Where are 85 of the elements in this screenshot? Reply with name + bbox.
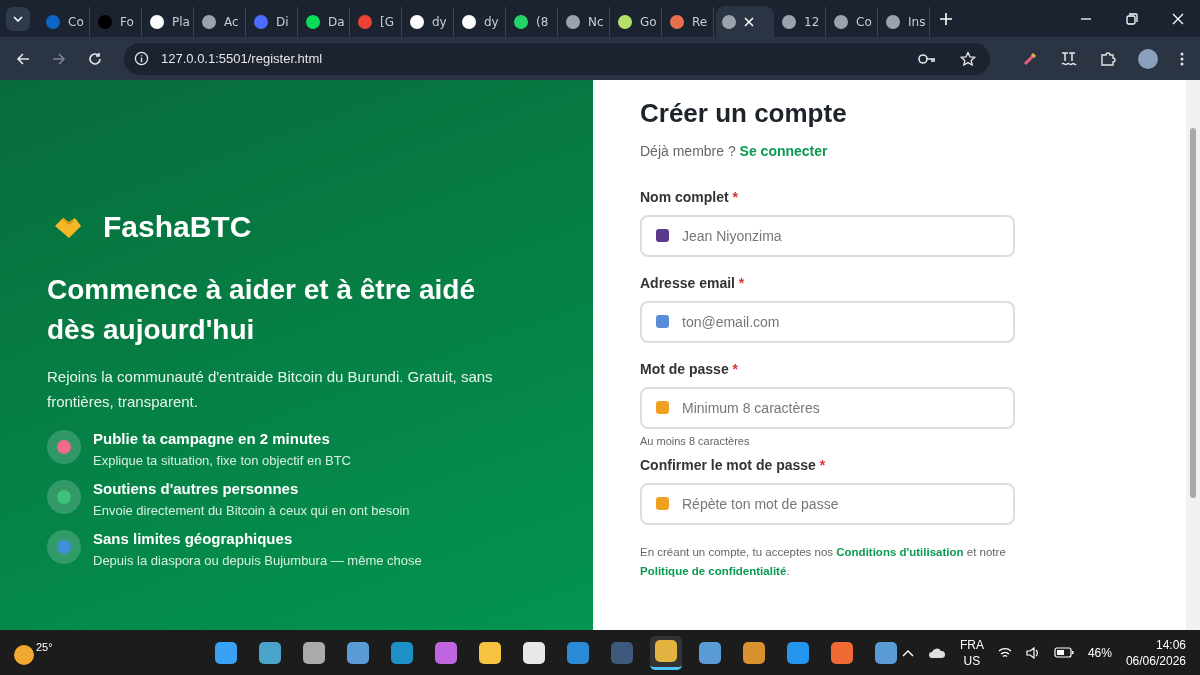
site-icon bbox=[46, 14, 60, 29]
browser-tab[interactable]: dy bbox=[404, 6, 454, 37]
speaker-icon[interactable] bbox=[1025, 646, 1040, 659]
login-link[interactable]: Se connecter bbox=[739, 143, 828, 159]
site-icon bbox=[566, 14, 580, 29]
star-icon[interactable] bbox=[960, 50, 976, 67]
browser-tab[interactable]: dy bbox=[456, 6, 506, 37]
site-icon bbox=[98, 14, 112, 29]
chevron-up-icon[interactable] bbox=[901, 648, 914, 657]
site-icon bbox=[410, 14, 424, 29]
temperature: 25° bbox=[36, 640, 53, 653]
restore-icon[interactable] bbox=[1126, 12, 1138, 25]
menu-icon[interactable] bbox=[1180, 51, 1184, 66]
language-indicator[interactable]: FRA US bbox=[959, 636, 984, 669]
tab-search-button[interactable] bbox=[6, 6, 30, 31]
chevron-down-icon bbox=[13, 15, 23, 22]
clock[interactable]: 14:06 06/06/2026 bbox=[1125, 636, 1186, 669]
field-hint: Au moins 8 caractères bbox=[640, 435, 751, 447]
field-label: Confirmer le mot de passe bbox=[640, 457, 816, 473]
battery-percent: 46% bbox=[1087, 645, 1112, 660]
feature-text: Depuis la diaspora ou depuis Bujumbura — même chose bbox=[93, 553, 422, 568]
browser-tab[interactable]: Go bbox=[612, 6, 662, 37]
battery-icon[interactable] bbox=[1053, 647, 1074, 658]
form-title: Créer un compte bbox=[640, 98, 848, 129]
hero-headline: Commence à aider et à être aidé dès aujourd'hui bbox=[47, 273, 476, 347]
field-label: Adresse email bbox=[640, 275, 735, 291]
required-mark: * bbox=[732, 189, 739, 205]
new-tab-icon[interactable] bbox=[940, 12, 952, 25]
terms-link[interactable]: Conditions d'utilisation bbox=[836, 546, 964, 558]
input-field[interactable]: Répète ton mot de passe bbox=[640, 483, 1015, 525]
browser-tab[interactable]: (8 bbox=[508, 6, 558, 37]
info-icon[interactable] bbox=[134, 51, 149, 66]
puzzle-icon[interactable] bbox=[1100, 50, 1116, 67]
browser-tab[interactable]: Re bbox=[664, 6, 714, 37]
site-icon bbox=[670, 14, 684, 29]
input-field[interactable]: ton@email.com bbox=[640, 301, 1015, 343]
brand-name: FashaBTC bbox=[103, 210, 252, 244]
browser-tab[interactable]: [G bbox=[352, 6, 402, 37]
field-label: Mot de passe bbox=[640, 361, 729, 377]
feature-text: Explique ta situation, fixe ton objectif en BTC bbox=[93, 453, 351, 468]
feature-text: Envoie directement du Bitcoin à ceux qui en ont besoin bbox=[93, 503, 410, 518]
site-icon bbox=[514, 14, 528, 29]
browser-tab[interactable]: Co bbox=[40, 6, 90, 37]
wifi-icon[interactable] bbox=[997, 646, 1012, 659]
browser-tab[interactable]: Pla bbox=[144, 6, 194, 37]
reload-icon[interactable] bbox=[88, 51, 102, 66]
forward-icon[interactable] bbox=[52, 51, 66, 66]
avatar[interactable] bbox=[1138, 48, 1158, 69]
close-icon[interactable] bbox=[744, 16, 754, 27]
feature-title: Soutiens d'autres personnes bbox=[93, 480, 300, 497]
extension-icon[interactable] bbox=[1060, 50, 1078, 67]
feature-title: Sans limites géographiques bbox=[93, 530, 294, 547]
browser-tab[interactable]: Co bbox=[828, 6, 878, 37]
required-mark: * bbox=[819, 457, 826, 473]
browser-tab[interactable]: Ac bbox=[196, 6, 246, 37]
terms-text: En créant un compte, tu acceptes nos Conditions d'utilisation et notre Politique de confidentialité. bbox=[640, 545, 1007, 579]
back-icon[interactable] bbox=[16, 51, 30, 66]
browser-tab[interactable] bbox=[716, 6, 774, 37]
browser-tab[interactable]: 12 bbox=[776, 6, 826, 37]
feature-title: Publie ta campagne en 2 minutes bbox=[93, 430, 331, 447]
taskbar-app-icon[interactable] bbox=[649, 635, 682, 670]
address-field[interactable]: 127.0.0.1:5501/register.html bbox=[124, 42, 990, 75]
site-icon bbox=[306, 14, 320, 29]
site-icon bbox=[462, 14, 476, 29]
required-mark: * bbox=[738, 275, 745, 291]
site-icon bbox=[358, 14, 372, 29]
browser-tab[interactable]: Ins bbox=[880, 6, 930, 37]
login-prompt: Déjà membre ? bbox=[640, 143, 736, 159]
close-icon[interactable] bbox=[1172, 12, 1184, 25]
field-label: Nom complet bbox=[640, 189, 729, 205]
cloud-icon[interactable] bbox=[927, 646, 946, 659]
required-mark: * bbox=[732, 361, 739, 377]
scrollbar[interactable] bbox=[1186, 80, 1200, 630]
site-icon bbox=[618, 14, 632, 29]
browser-tab[interactable]: Di bbox=[248, 6, 298, 37]
browser-tab[interactable]: Fo bbox=[92, 6, 142, 37]
key-icon[interactable] bbox=[918, 52, 936, 65]
input-field[interactable]: Jean Niyonzima bbox=[640, 215, 1015, 257]
browser-tab[interactable]: Nc bbox=[560, 6, 610, 37]
hero-intro: Rejoins la communauté d'entraide Bitcoin du Burundi. Gratuit, sans frontières, transparent. bbox=[47, 367, 494, 412]
pen-icon[interactable] bbox=[1022, 50, 1038, 67]
browser-tab[interactable]: Da bbox=[300, 6, 350, 37]
input-field[interactable]: Minimum 8 caractères bbox=[640, 387, 1015, 429]
site-icon bbox=[150, 14, 164, 29]
site-icon bbox=[254, 14, 268, 29]
